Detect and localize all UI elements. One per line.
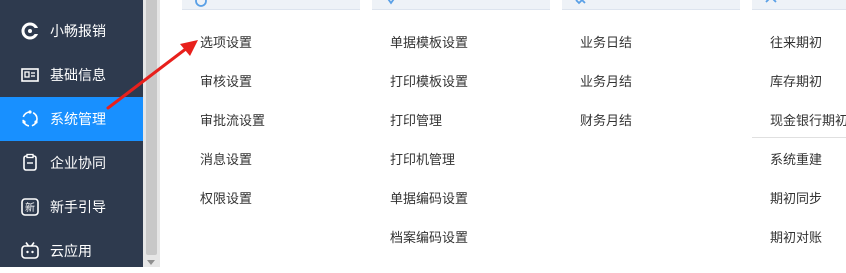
link-print-management[interactable]: 打印管理 bbox=[390, 110, 442, 129]
collaboration-icon bbox=[20, 153, 40, 173]
divider bbox=[752, 137, 846, 138]
column-header bbox=[562, 0, 740, 10]
column-header bbox=[372, 0, 550, 10]
link-business-daily-close[interactable]: 业务日结 bbox=[580, 32, 632, 51]
template-icon bbox=[387, 0, 395, 5]
nav-item-beginner-guide[interactable]: 新 新手引导 bbox=[0, 185, 143, 229]
link-cash-bank-opening[interactable]: 现金银行期初 bbox=[770, 110, 846, 129]
link-receivable-opening[interactable]: 往来期初 bbox=[770, 32, 822, 51]
sidebar: 小畅报销 基础信息 系统管理 企业协同 新 新手引导 云应用 bbox=[0, 0, 143, 267]
settings-icon bbox=[195, 0, 207, 7]
opening-balance-icon bbox=[765, 0, 777, 3]
nav-label: 新手引导 bbox=[50, 200, 106, 216]
tv-icon bbox=[20, 241, 40, 261]
link-system-rebuild[interactable]: 系统重建 bbox=[770, 149, 822, 168]
brand-logo-icon bbox=[20, 21, 40, 41]
system-settings-panel: 选项设置 审核设置 审批流设置 消息设置 权限设置 单据模板设置 打印模板设置 … bbox=[160, 0, 846, 267]
nav-item-basic-info[interactable]: 基础信息 bbox=[0, 53, 143, 97]
link-document-template-settings[interactable]: 单据模板设置 bbox=[390, 32, 468, 51]
link-audit-settings[interactable]: 审核设置 bbox=[200, 71, 252, 90]
link-inventory-opening[interactable]: 库存期初 bbox=[770, 71, 822, 90]
new-badge-icon: 新 bbox=[20, 197, 40, 217]
link-print-template-settings[interactable]: 打印模板设置 bbox=[390, 71, 468, 90]
sidebar-scrollbar[interactable] bbox=[143, 0, 160, 267]
link-permission-settings[interactable]: 权限设置 bbox=[200, 188, 252, 207]
nav-item-enterprise-collab[interactable]: 企业协同 bbox=[0, 141, 143, 185]
link-business-monthly-close[interactable]: 业务月结 bbox=[580, 71, 632, 90]
scrollbar-thumb[interactable] bbox=[146, 0, 157, 255]
svg-text:新: 新 bbox=[25, 201, 35, 214]
link-approval-flow-settings[interactable]: 审批流设置 bbox=[200, 110, 265, 129]
nav-item-xiaochang-expense[interactable]: 小畅报销 bbox=[0, 9, 143, 53]
nav-item-cloud-apps[interactable]: 云应用 bbox=[0, 229, 143, 273]
nav-item-system-management[interactable]: 系统管理 bbox=[0, 97, 143, 141]
circle-dots-icon bbox=[20, 109, 40, 129]
link-message-settings[interactable]: 消息设置 bbox=[200, 149, 252, 168]
link-opening-sync[interactable]: 期初同步 bbox=[770, 188, 822, 207]
nav-label: 系统管理 bbox=[50, 112, 106, 128]
nav-label: 云应用 bbox=[50, 244, 92, 260]
link-opening-reconcile[interactable]: 期初对账 bbox=[770, 227, 822, 246]
link-archive-code-settings[interactable]: 档案编码设置 bbox=[390, 227, 468, 246]
nav-label: 企业协同 bbox=[50, 156, 106, 172]
scroll-down-arrow-icon[interactable] bbox=[147, 260, 155, 265]
link-option-settings[interactable]: 选项设置 bbox=[200, 32, 252, 51]
id-card-icon bbox=[20, 65, 40, 85]
nav-label: 基础信息 bbox=[50, 68, 106, 84]
nav-label: 小畅报销 bbox=[50, 24, 106, 40]
closing-icon bbox=[575, 0, 586, 5]
link-document-code-settings[interactable]: 单据编码设置 bbox=[390, 188, 468, 207]
link-finance-monthly-close[interactable]: 财务月结 bbox=[580, 110, 632, 129]
link-printer-management[interactable]: 打印机管理 bbox=[390, 149, 455, 168]
column-header bbox=[752, 0, 846, 10]
column-header bbox=[182, 0, 360, 10]
